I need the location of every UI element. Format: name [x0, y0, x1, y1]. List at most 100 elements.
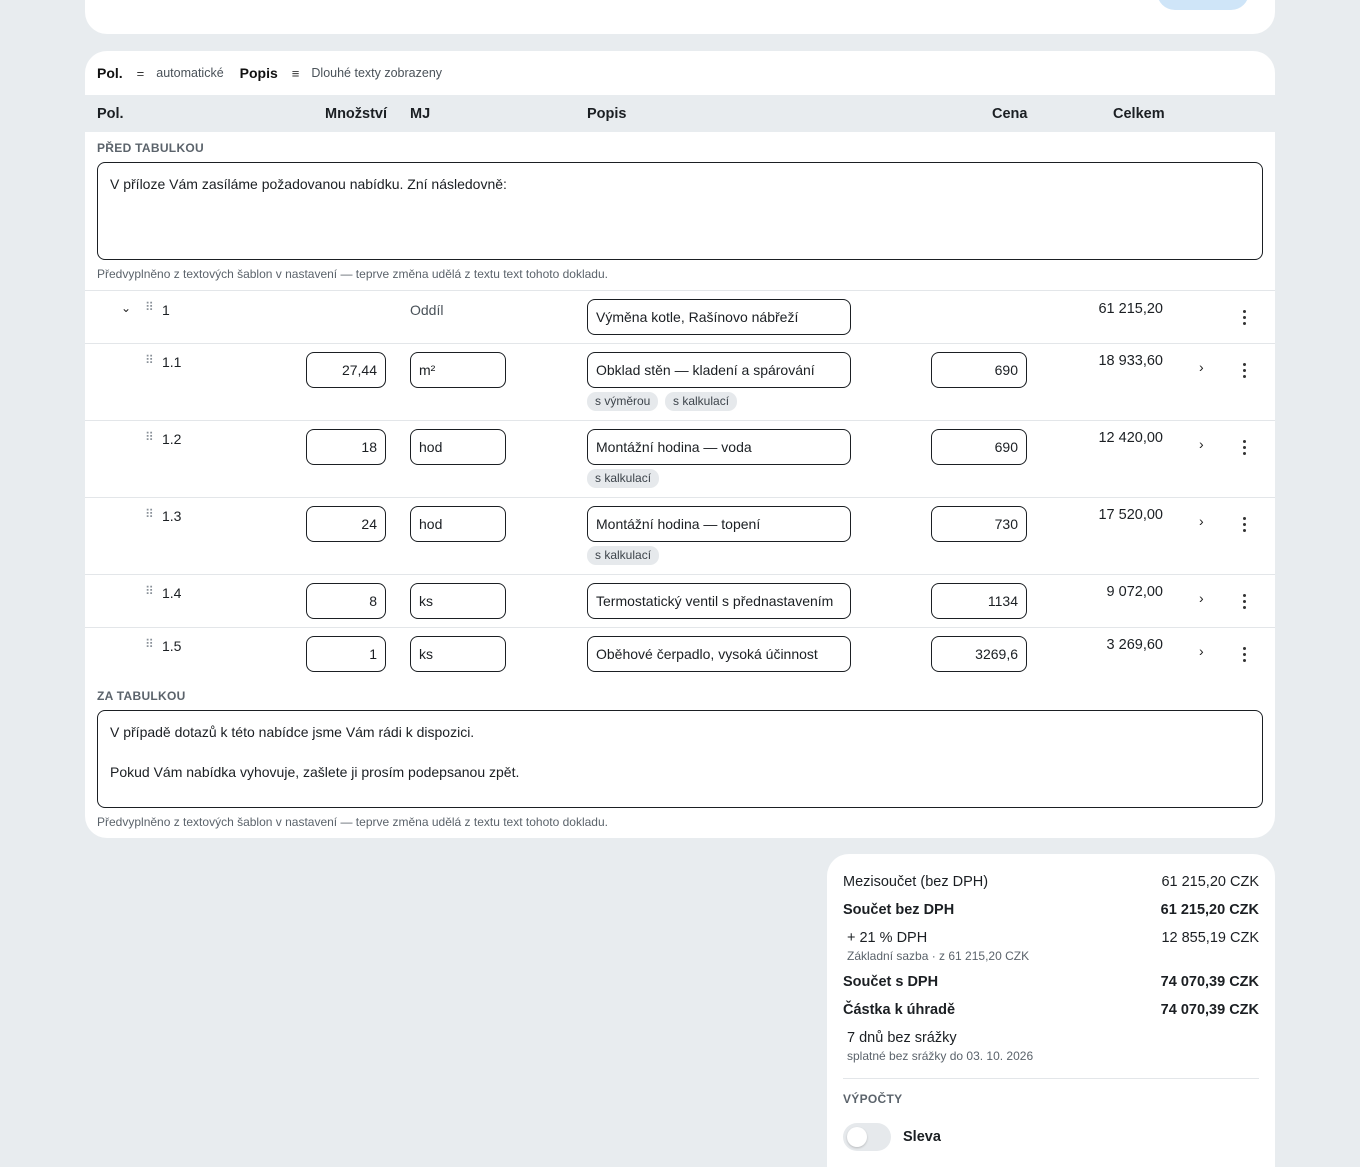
item-pos: 1.5	[162, 638, 182, 654]
after-table-textarea[interactable]: V případě dotazů k této nabídce jsme Vám…	[97, 710, 1263, 808]
pos-mode-label: Pol.	[97, 65, 123, 81]
table-header: Pol. Množství MJ Popis Cena Celkem	[85, 95, 1275, 132]
item-total: 3 269,60	[1106, 637, 1163, 653]
chevron-right-icon[interactable]: ›	[1199, 513, 1204, 529]
qty-input[interactable]: 27,44	[306, 352, 386, 388]
unit-input[interactable]: m²	[410, 352, 506, 388]
more-vertical-icon[interactable]	[1243, 363, 1247, 381]
desc-input[interactable]: Oběhové čerpadlo, vysoká účinnost	[587, 636, 851, 672]
desc-mode-label: Popis	[239, 65, 278, 81]
more-vertical-icon[interactable]	[1243, 594, 1247, 612]
header-desc: Popis	[587, 106, 627, 122]
section-title-input[interactable]: Výměna kotle, Rašínovo nábřeží	[587, 299, 851, 335]
chevron-right-icon[interactable]: ›	[1199, 643, 1204, 659]
calc-label: VÝPOČTY	[843, 1092, 903, 1106]
desc-input[interactable]: Montážní hodina — topení	[587, 506, 851, 542]
item-tag: s kalkulací	[587, 469, 660, 488]
chevron-down-icon[interactable]: ⌄	[121, 301, 131, 315]
qty-input[interactable]: 24	[306, 506, 386, 542]
drag-handle-icon[interactable]: ⠿	[145, 584, 154, 598]
item-total: 12 420,00	[1098, 430, 1163, 446]
vat-label: + 21 % DPH	[847, 930, 928, 946]
vat-row: + 21 % DPH 12 855,19 CZK	[847, 930, 1259, 946]
qty-input[interactable]: 8	[306, 583, 386, 619]
more-vertical-icon[interactable]	[1243, 517, 1247, 535]
subtotal-row: Mezisoučet (bez DPH) 61 215,20 CZK	[843, 874, 1259, 890]
unit-input[interactable]: hod	[410, 429, 506, 465]
discount-toggle[interactable]	[843, 1123, 891, 1151]
desc-input[interactable]: Montážní hodina — voda	[587, 429, 851, 465]
before-table-textarea[interactable]: V příloze Vám zasíláme požadovanou nabíd…	[97, 162, 1263, 260]
drag-handle-icon[interactable]: ⠿	[145, 300, 154, 314]
items-card: Pol. = automatické Popis ≡ Dlouhé texty …	[85, 51, 1275, 838]
terms-sub: splatné bez srážky do 03. 10. 2026	[847, 1049, 1034, 1063]
unit-input[interactable]: hod	[410, 506, 506, 542]
subtotal-value: 61 215,20 CZK	[1161, 874, 1259, 890]
price-input[interactable]: 730	[931, 506, 1027, 542]
drag-handle-icon[interactable]: ⠿	[145, 637, 154, 651]
item-total: 18 933,60	[1098, 353, 1163, 369]
pos-mode-value[interactable]: automatické	[156, 66, 223, 80]
due-label: Částka k úhradě	[843, 1002, 956, 1018]
after-table-label: ZA TABULKOU	[97, 689, 186, 703]
primary-action-button[interactable]	[1157, 0, 1249, 10]
chevron-right-icon[interactable]: ›	[1199, 359, 1204, 375]
header-price: Cena	[992, 106, 1028, 122]
header-total: Celkem	[1113, 106, 1165, 122]
row-divider	[85, 627, 1275, 628]
discount-label: Sleva	[903, 1129, 941, 1145]
price-input[interactable]: 3269,6	[931, 636, 1027, 672]
desc-input[interactable]: Termostatický ventil s přednastavením	[587, 583, 851, 619]
item-total: 9 072,00	[1106, 584, 1163, 600]
terms-row: 7 dnů bez srážky	[847, 1030, 1259, 1046]
net-label: Součet bez DPH	[843, 902, 955, 918]
more-vertical-icon[interactable]	[1243, 647, 1247, 665]
after-table-hint: Předvyplněno z textových šablon v nastav…	[97, 815, 608, 829]
due-row: Částka k úhradě 74 070,39 CZK	[843, 1002, 1259, 1018]
row-divider	[85, 574, 1275, 575]
terms-label: 7 dnů bez srážky	[847, 1030, 957, 1046]
chevron-right-icon[interactable]: ›	[1199, 590, 1204, 606]
subtotal-label: Mezisoučet (bez DPH)	[843, 874, 989, 890]
unit-input[interactable]: ks	[410, 636, 506, 672]
net-value: 61 215,20 CZK	[1160, 902, 1259, 918]
row-divider	[85, 290, 1275, 291]
drag-handle-icon[interactable]: ⠿	[145, 507, 154, 521]
price-input[interactable]: 1134	[931, 583, 1027, 619]
item-pos: 1.2	[162, 431, 182, 447]
row-divider	[85, 343, 1275, 344]
header-pos: Pol.	[97, 106, 124, 122]
drag-handle-icon[interactable]: ⠿	[145, 353, 154, 367]
header-unit: MJ	[410, 106, 431, 122]
item-pos: 1.1	[162, 354, 182, 370]
more-vertical-icon[interactable]	[1243, 310, 1247, 328]
chevron-right-icon[interactable]: ›	[1199, 436, 1204, 452]
before-table-text: V příloze Vám zasíláme požadovanou nabíd…	[110, 176, 507, 192]
price-input[interactable]: 690	[931, 352, 1027, 388]
item-total: 17 520,00	[1098, 507, 1163, 523]
gross-row: Součet s DPH 74 070,39 CZK	[843, 974, 1259, 990]
header-qty: Množství	[325, 106, 388, 122]
after-table-text-line2: Pokud Vám nabídka vyhovuje, zašlete ji p…	[110, 764, 520, 780]
vat-value: 12 855,19 CZK	[1161, 930, 1259, 946]
desc-mode-value[interactable]: Dlouhé texty zobrazeny	[311, 66, 442, 80]
equals-icon[interactable]: =	[137, 66, 145, 81]
unit-input[interactable]: ks	[410, 583, 506, 619]
section-total: 61 215,20	[1098, 301, 1163, 317]
items-toolbar: Pol. = automatické Popis ≡ Dlouhé texty …	[85, 51, 1275, 95]
qty-input[interactable]: 1	[306, 636, 386, 672]
desc-input[interactable]: Obklad stěn — kladení a spárování	[587, 352, 851, 388]
top-card	[85, 0, 1275, 34]
menu-lines-icon[interactable]: ≡	[292, 66, 300, 81]
item-pos: 1.3	[162, 508, 182, 524]
item-tag: s kalkulací	[665, 392, 738, 411]
due-value: 74 070,39 CZK	[1160, 1002, 1259, 1018]
drag-handle-icon[interactable]: ⠿	[145, 430, 154, 444]
qty-input[interactable]: 18	[306, 429, 386, 465]
gross-value: 74 070,39 CZK	[1160, 974, 1259, 990]
summary-divider	[843, 1078, 1259, 1079]
before-table-hint: Předvyplněno z textových šablon v nastav…	[97, 267, 608, 281]
price-input[interactable]: 690	[931, 429, 1027, 465]
summary-card: Mezisoučet (bez DPH) 61 215,20 CZK Souče…	[827, 854, 1275, 1167]
more-vertical-icon[interactable]	[1243, 440, 1247, 458]
